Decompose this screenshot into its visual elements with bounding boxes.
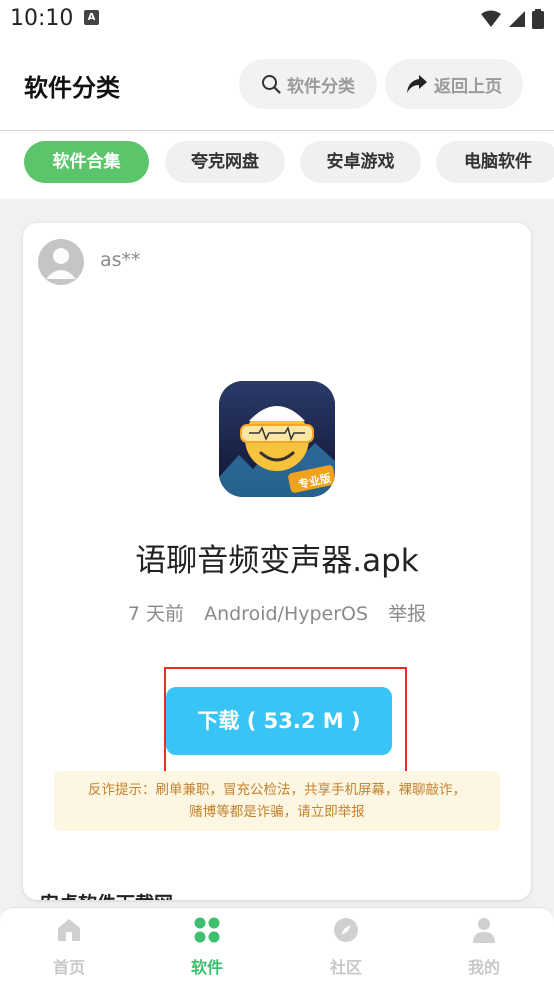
back-button[interactable]: 返回上页 [385, 59, 523, 109]
section-title-partial: 安卓软件下载网 [40, 889, 173, 900]
nav-mine-label: 我的 [467, 958, 500, 977]
nav-mine[interactable]: 我的 [444, 916, 524, 978]
search-icon [262, 75, 281, 94]
status-icons [480, 9, 544, 29]
nav-home[interactable]: 首页 [29, 916, 109, 978]
file-name: 语聊音频变声器.apk [135, 543, 419, 579]
notice-line-2: 赌博等都是诈骗，请立即举报 [189, 804, 365, 820]
share-arrow-icon [407, 75, 427, 93]
wifi-icon [481, 10, 501, 27]
nav-community[interactable]: 社区 [306, 916, 386, 978]
nav-home-label: 首页 [52, 958, 85, 977]
upload-time: 7 天前 [127, 603, 185, 625]
notification-icon: A [84, 10, 99, 25]
header: 软件分类 软件分类 返回上页 [0, 38, 554, 131]
category-tabs: 软件合集 夸克网盘 安卓游戏 电脑软件 [0, 131, 554, 199]
anti-fraud-notice: 反诈提示：刷单兼职，冒充公检法，共享手机屏幕，裸聊敲诈， 赌博等都是诈骗，请立即… [54, 771, 500, 831]
nav-community-label: 社区 [329, 958, 362, 977]
page-title: 软件分类 [24, 74, 120, 102]
report-link[interactable]: 举报 [388, 603, 426, 625]
back-button-label: 返回上页 [434, 76, 502, 97]
status-time: 10:10 [10, 6, 74, 31]
bottom-nav: 首页 软件 社区 我的 [0, 907, 554, 987]
compass-icon [334, 918, 358, 942]
battery-icon [532, 9, 544, 29]
tab-pc-software[interactable]: 电脑软件 [436, 141, 554, 183]
file-meta: 7 天前 Android/HyperOS 举报 [23, 599, 531, 626]
nav-software-label: 软件 [190, 958, 223, 977]
tab-quark-drive[interactable]: 夸克网盘 [165, 141, 285, 183]
notice-line-1: 反诈提示：刷单兼职，冒充公检法，共享手机屏幕，裸聊敲诈， [88, 782, 466, 798]
default-avatar-icon [46, 248, 76, 279]
search-button[interactable]: 软件分类 [239, 59, 377, 109]
user-icon [473, 918, 495, 943]
file-card: as** 专业版 语聊音频变声器.apk 7 天前 Android/HyperO… [23, 223, 531, 900]
signal-icon [509, 11, 525, 27]
status-bar: 10:10 A [0, 0, 554, 38]
home-icon [58, 919, 80, 941]
search-button-label: 软件分类 [287, 76, 355, 97]
tab-android-games[interactable]: 安卓游戏 [300, 141, 421, 183]
download-button[interactable]: 下载 ( 53.2 M ) [166, 687, 392, 755]
platform: Android/HyperOS [204, 603, 369, 625]
tab-software-collection[interactable]: 软件合集 [24, 141, 149, 183]
nav-software[interactable]: 软件 [167, 916, 247, 978]
username[interactable]: as** [100, 249, 141, 271]
avatar[interactable] [38, 239, 84, 285]
apps-grid-icon [194, 917, 220, 943]
